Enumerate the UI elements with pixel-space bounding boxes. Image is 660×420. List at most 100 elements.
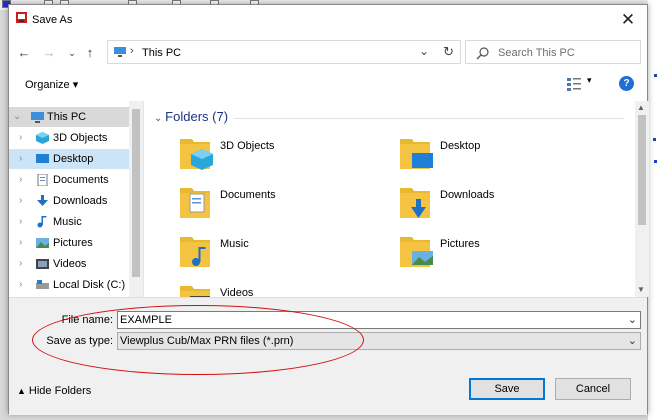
folder-label: Pictures bbox=[440, 238, 480, 250]
music-folder-icon bbox=[180, 237, 210, 267]
nav-item-label: Documents bbox=[53, 174, 109, 186]
chevron-down-icon: ⌄ bbox=[68, 48, 76, 58]
hide-folders-toggle[interactable]: ▲ Hide Folders bbox=[17, 385, 91, 397]
desktop-icon bbox=[36, 154, 49, 163]
downloads-icon bbox=[37, 195, 48, 206]
chevron-right-icon[interactable]: › bbox=[19, 237, 22, 248]
forward-button[interactable]: → bbox=[40, 43, 58, 63]
scrollbar-thumb[interactable] bbox=[638, 115, 646, 225]
hide-folders-label: Hide Folders bbox=[28, 385, 92, 397]
close-button[interactable]: ✕ bbox=[615, 9, 641, 31]
scroll-down-icon[interactable]: ▼ bbox=[637, 285, 645, 294]
breadcrumb-this-pc[interactable]: This PC bbox=[142, 47, 181, 59]
chevron-right-icon[interactable]: › bbox=[19, 258, 22, 269]
chevron-down-icon[interactable]: ⌄ bbox=[628, 313, 637, 326]
view-options-icon[interactable] bbox=[567, 77, 581, 91]
bottom-bar: ▲ Hide Folders Save Cancel bbox=[9, 359, 647, 415]
pictures-icon bbox=[36, 238, 49, 248]
search-input[interactable] bbox=[498, 45, 634, 61]
view-dropdown-icon[interactable]: ▾ bbox=[587, 75, 592, 86]
3d-objects-folder-icon bbox=[180, 139, 213, 170]
up-arrow-icon: ↑ bbox=[86, 45, 94, 60]
help-icon[interactable]: ? bbox=[619, 76, 634, 91]
group-divider bbox=[234, 118, 624, 119]
navigation-scrollbar[interactable] bbox=[129, 101, 143, 297]
address-dropdown-icon[interactable]: ⌄ bbox=[419, 44, 429, 58]
nav-item-this-pc[interactable]: ⌄ This PC bbox=[9, 107, 129, 127]
nav-item-label: Pictures bbox=[53, 237, 93, 249]
nav-item-label: Music bbox=[53, 216, 82, 228]
folder-label: 3D Objects bbox=[220, 140, 275, 152]
dialog-title: Save As bbox=[32, 14, 73, 26]
app-icon bbox=[16, 12, 27, 23]
organize-menu[interactable]: Organize ▾ bbox=[25, 78, 78, 91]
nav-item-3d-objects[interactable]: › 3D Objects bbox=[9, 128, 129, 148]
cancel-button[interactable]: Cancel bbox=[555, 378, 631, 400]
breadcrumb-separator-icon: › bbox=[130, 45, 134, 57]
nav-item-label: Downloads bbox=[53, 195, 108, 207]
recent-locations-button[interactable]: ⌄ bbox=[63, 43, 81, 63]
chevron-right-icon[interactable]: › bbox=[19, 132, 22, 143]
back-arrow-icon: ← bbox=[17, 45, 31, 60]
folders-group-header[interactable]: ⌄ Folders (7) bbox=[154, 109, 228, 124]
scroll-up-icon[interactable]: ▲ bbox=[637, 103, 645, 112]
chevron-right-icon[interactable]: › bbox=[19, 174, 22, 185]
folder-label: Videos bbox=[220, 287, 254, 297]
background-dot bbox=[653, 138, 656, 141]
up-button[interactable]: ↑ bbox=[81, 43, 99, 63]
folder-item-videos[interactable]: Videos bbox=[180, 282, 380, 297]
background-dot bbox=[654, 160, 657, 163]
refresh-icon[interactable]: ↻ bbox=[443, 44, 454, 60]
save-as-type-select[interactable]: Viewplus Cub/Max PRN files (*.prn) ⌄ bbox=[117, 332, 641, 350]
nav-item-downloads[interactable]: › Downloads bbox=[9, 191, 129, 211]
file-name-label: File name: bbox=[61, 314, 113, 326]
chevron-right-icon[interactable]: › bbox=[19, 153, 22, 164]
nav-item-label: Videos bbox=[53, 258, 87, 270]
file-name-input[interactable] bbox=[120, 313, 620, 327]
chevron-right-icon[interactable]: › bbox=[19, 216, 22, 227]
back-button[interactable]: ← bbox=[15, 43, 33, 63]
folder-item-downloads[interactable]: Downloads bbox=[400, 184, 600, 224]
nav-item-label: Local Disk (C:) bbox=[53, 279, 126, 291]
nav-item-desktop[interactable]: › Desktop bbox=[9, 149, 129, 169]
caret-up-icon: ▲ bbox=[17, 386, 26, 396]
search-box[interactable] bbox=[465, 40, 641, 64]
background-dot bbox=[654, 74, 657, 77]
music-icon bbox=[37, 216, 47, 228]
scrollbar-thumb[interactable] bbox=[132, 109, 140, 277]
folder-item-music[interactable]: Music bbox=[180, 233, 380, 273]
nav-item-music[interactable]: › Music bbox=[9, 212, 129, 232]
folder-item-desktop[interactable]: Desktop bbox=[400, 135, 600, 175]
nav-item-documents[interactable]: › Documents bbox=[9, 170, 129, 190]
file-name-combobox[interactable]: ⌄ bbox=[117, 311, 641, 329]
documents-folder-icon bbox=[180, 188, 210, 218]
chevron-down-icon[interactable]: ⌄ bbox=[13, 111, 21, 122]
nav-item-local-disk[interactable]: › Local Disk (C:) bbox=[9, 275, 129, 295]
folder-item-3d-objects[interactable]: 3D Objects bbox=[180, 135, 380, 175]
nav-item-videos[interactable]: › Videos bbox=[9, 254, 129, 274]
group-header-label: Folders (7) bbox=[165, 109, 229, 124]
this-pc-icon bbox=[31, 112, 44, 123]
content-scrollbar[interactable]: ▲ ▼ bbox=[635, 101, 649, 297]
documents-icon bbox=[37, 174, 48, 186]
forward-arrow-icon: → bbox=[42, 45, 56, 60]
save-as-type-value: Viewplus Cub/Max PRN files (*.prn) bbox=[120, 335, 294, 347]
search-icon bbox=[476, 47, 489, 60]
address-bar[interactable]: › This PC ⌄ ↻ bbox=[107, 40, 461, 64]
close-icon: ✕ bbox=[620, 10, 636, 29]
chevron-down-icon[interactable]: ⌄ bbox=[628, 334, 637, 347]
nav-item-pictures[interactable]: › Pictures bbox=[9, 233, 129, 253]
nav-item-label: This PC bbox=[47, 111, 87, 123]
nav-item-label: Desktop bbox=[53, 153, 94, 165]
this-pc-icon bbox=[114, 47, 126, 57]
pictures-folder-icon bbox=[400, 237, 433, 267]
folder-item-documents[interactable]: Documents bbox=[180, 184, 380, 224]
chevron-right-icon[interactable]: › bbox=[19, 195, 22, 206]
desktop-folder-icon bbox=[400, 139, 433, 169]
chevron-right-icon[interactable]: › bbox=[19, 279, 22, 290]
videos-folder-icon bbox=[180, 286, 210, 297]
save-button[interactable]: Save bbox=[469, 378, 545, 400]
nav-item-label: 3D Objects bbox=[53, 132, 108, 144]
folder-item-pictures[interactable]: Pictures bbox=[400, 233, 600, 273]
downloads-folder-icon bbox=[400, 188, 430, 218]
